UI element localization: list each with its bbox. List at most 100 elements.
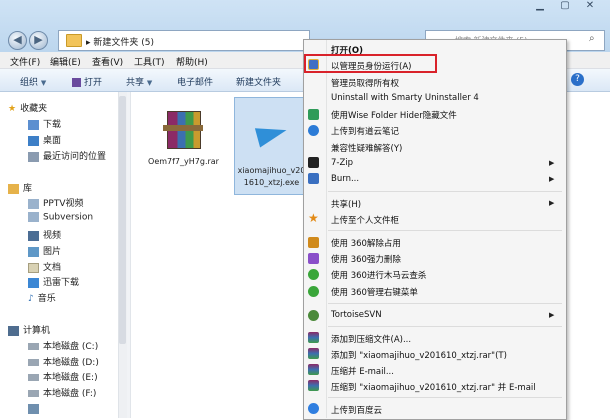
nav-item-label: 迅雷下载 [43, 278, 80, 288]
nav-item-label: 本地磁盘 (E:) [43, 373, 98, 383]
folder-icon [66, 34, 82, 47]
menu-7zip[interactable]: 7-Zip [331, 158, 353, 168]
submenu-arrow-icon: ▶ [549, 311, 555, 319]
recent-places-icon [28, 151, 39, 162]
new-folder-button[interactable]: 新建文件夹 [236, 75, 281, 88]
nav-libraries[interactable]: 库 [8, 181, 32, 194]
nav-item-downloads[interactable]: 下载 [28, 117, 61, 130]
menu-360-unlock[interactable]: 使用 360解除占用 [331, 237, 401, 249]
menu-upload-personal-cabinet[interactable]: 上传至个人文件柜 [331, 214, 399, 226]
menu-view[interactable]: 查看(V) [92, 55, 123, 68]
menu-tools[interactable]: 工具(T) [134, 55, 165, 68]
nav-item-subversion[interactable]: Subversion [28, 212, 93, 223]
paper-plane-app-icon [254, 120, 290, 148]
nav-item-documents[interactable]: 文档 [28, 260, 61, 273]
nav-libraries-label: 库 [23, 184, 33, 194]
youdao-note-icon [308, 125, 319, 136]
open-app-icon [72, 78, 81, 87]
menu-file[interactable]: 文件(F) [10, 55, 40, 68]
wise-folder-hider-icon [308, 109, 319, 120]
maximize-button[interactable]: ▢ [553, 0, 577, 14]
share-button[interactable]: 共享 ▼ [126, 75, 152, 88]
menu-upload-baidu[interactable]: 上传到百度云 [331, 404, 382, 416]
nav-item-drive-c[interactable]: 本地磁盘 (C:) [28, 339, 98, 352]
menu-separator [328, 230, 562, 231]
nav-item-thunder[interactable]: 迅雷下载 [28, 275, 79, 288]
nav-item-videos[interactable]: 视频 [28, 228, 61, 241]
file-item-exe-selected[interactable]: xiaomajihuo_v20 1610_xtzj.exe [234, 97, 309, 195]
menu-share-with[interactable]: 共享(H) [331, 198, 361, 210]
menu-edit[interactable]: 编辑(E) [50, 55, 81, 68]
organize-button[interactable]: 组织 ▼ [20, 75, 46, 88]
nav-item-drive-d[interactable]: 本地磁盘 (D:) [28, 355, 99, 368]
help-icon[interactable]: ? [571, 73, 584, 86]
nav-item-label: Subversion [43, 212, 94, 223]
menu-compress-rar-email[interactable]: 压缩到 "xiaomajihuo_v201610_xtzj.rar" 并 E-m… [331, 381, 536, 393]
winrar-icon [308, 332, 319, 343]
music-icon: ♪ [28, 293, 34, 304]
menu-add-to-rar[interactable]: 添加到 "xiaomajihuo_v201610_xtzj.rar"(T) [331, 349, 507, 361]
minimize-button[interactable]: ▁ [528, 0, 552, 14]
drive-icon [28, 343, 39, 350]
menu-take-ownership[interactable]: 管理员取得所有权 [331, 77, 399, 89]
nav-item-label: 图片 [43, 247, 62, 257]
computer-icon [8, 325, 19, 336]
email-button[interactable]: 电子邮件 [177, 75, 213, 88]
forward-button[interactable]: ▶ [29, 31, 48, 50]
menu-separator [328, 397, 562, 398]
nav-item-label: 最近访问的位置 [43, 152, 107, 162]
menu-uninstall-smarty[interactable]: Uninstall with Smarty Uninstaller 4 [331, 93, 479, 103]
nav-item-network[interactable] [28, 404, 43, 415]
unlock-360-icon [308, 237, 319, 248]
drive-icon [28, 359, 39, 366]
menu-youdao-note[interactable]: 上传到有道云笔记 [331, 125, 399, 137]
scan-360-icon [308, 269, 319, 280]
forward-arrow-icon: ▶ [34, 33, 43, 46]
menu-compress-email[interactable]: 压缩并 E-mail... [331, 365, 394, 377]
documents-icon [28, 262, 39, 273]
back-button[interactable]: ◀ [8, 31, 27, 50]
breadcrumb-folder[interactable]: 新建文件夹 (5) [93, 38, 154, 48]
winrar-icon [308, 348, 319, 359]
nav-item-drive-e[interactable]: 本地磁盘 (E:) [28, 370, 98, 383]
download-folder-icon [28, 119, 39, 130]
breadcrumb[interactable]: ▸ 新建文件夹 (5) [86, 35, 154, 48]
nav-scrollbar-thumb[interactable] [119, 96, 126, 344]
nav-item-label: 本地磁盘 (C:) [43, 342, 99, 352]
menu-tortoise-svn[interactable]: TortoiseSVN [331, 310, 382, 320]
nav-favorites[interactable]: ★ 收藏夹 [8, 101, 48, 115]
submenu-arrow-icon: ▶ [549, 159, 555, 167]
menu-360-force-delete[interactable]: 使用 360强力删除 [331, 253, 401, 265]
menu-separator [328, 191, 562, 192]
nav-computer[interactable]: 计算机 [8, 323, 50, 336]
desktop-icon [28, 135, 39, 146]
close-button[interactable]: ✕ [578, 0, 602, 14]
delete-360-icon [308, 253, 319, 264]
menu-separator [328, 326, 562, 327]
file-item-rar[interactable]: Oem7f7_yH7g.rar [148, 97, 219, 183]
winrar-belt-icon [163, 125, 203, 131]
nav-item-drive-f[interactable]: 本地磁盘 (F:) [28, 386, 96, 399]
nav-item-recent[interactable]: 最近访问的位置 [28, 149, 106, 162]
open-button[interactable]: 打开 [72, 75, 102, 88]
menu-help[interactable]: 帮助(H) [176, 55, 208, 68]
manage-360-icon [308, 286, 319, 297]
search-icon[interactable]: ⌕ [589, 33, 595, 44]
nav-item-pptv[interactable]: PPTV视频 [28, 196, 84, 209]
file-name-line1: xiaomajihuo_v20 [237, 166, 306, 175]
baidu-cloud-icon [308, 403, 319, 414]
nav-item-pictures[interactable]: 图片 [28, 244, 61, 257]
menu-wise-folder-hider[interactable]: 使用Wise Folder Hider隐藏文件 [331, 109, 457, 121]
nav-item-desktop[interactable]: 桌面 [28, 133, 61, 146]
submenu-arrow-icon: ▶ [549, 199, 555, 207]
menu-add-to-archive[interactable]: 添加到压缩文件(A)... [331, 333, 411, 345]
menu-burn[interactable]: Burn... [331, 174, 359, 184]
menu-compat-troubleshoot[interactable]: 兼容性疑难解答(Y) [331, 142, 402, 154]
nav-item-music[interactable]: ♪ 音乐 [28, 291, 56, 305]
menu-360-scan[interactable]: 使用 360进行木马云查杀 [331, 269, 426, 281]
video-library-icon [28, 198, 39, 209]
nav-favorites-label: 收藏夹 [20, 104, 48, 114]
menu-360-manage[interactable]: 使用 360管理右键菜单 [331, 286, 418, 298]
file-name-line2: 1610_xtzj.exe [243, 178, 300, 187]
seven-zip-icon [308, 157, 319, 168]
